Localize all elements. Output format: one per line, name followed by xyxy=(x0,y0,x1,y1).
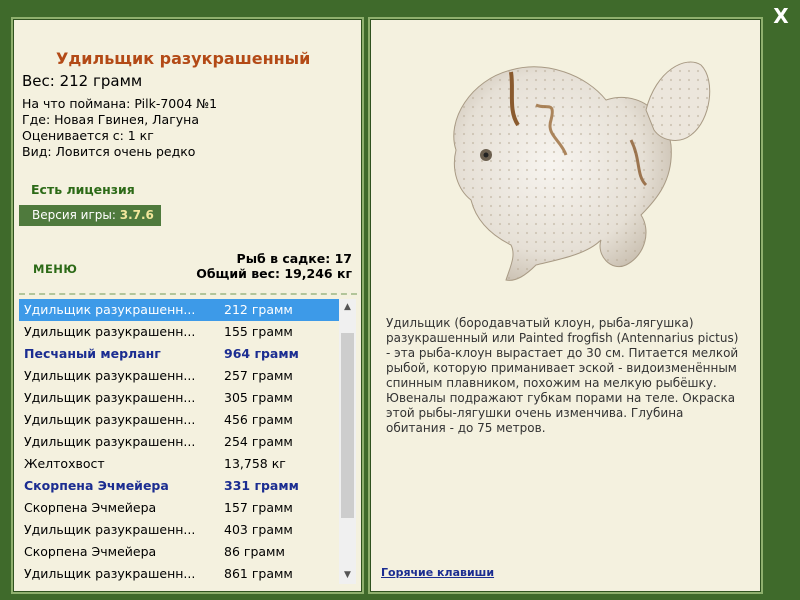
catch-item-weight: 257 грамм xyxy=(224,368,293,383)
catch-list-item[interactable]: Желтохвост 13,758 кг xyxy=(19,453,339,475)
catch-item-weight: 305 грамм xyxy=(224,390,293,405)
catch-item-name: Скорпена Эчмейера xyxy=(24,478,169,493)
catch-item-name: Удильщик разукрашенн... xyxy=(24,434,196,449)
close-button[interactable]: X xyxy=(770,5,792,27)
fish-place: Где: Новая Гвинея, Лагуна xyxy=(22,112,200,127)
catch-item-weight: 861 грамм xyxy=(224,566,293,581)
fish-bait: На что поймана: Pilk-7004 №1 xyxy=(22,96,218,111)
catch-list[interactable]: Удильщик разукрашенн... 212 грамм Удильщик… xyxy=(19,299,339,584)
fish-description: Удильщик (бородавчатый клоун, рыба-лягуш… xyxy=(386,316,739,435)
close-icon: X xyxy=(773,4,789,28)
catch-item-name: Удильщик разукрашенн... xyxy=(24,412,196,427)
catch-list-item[interactable]: Скорпена Эчмейера 157 грамм xyxy=(19,497,339,519)
catch-item-name: Скорпена Эчмейера xyxy=(24,500,157,515)
catch-list-item[interactable]: Удильщик разукрашенн... 254 грамм xyxy=(19,431,339,453)
catch-item-name: Удильщик разукрашенн... xyxy=(24,302,196,317)
catch-item-weight: 212 грамм xyxy=(224,302,293,317)
catch-item-weight: 13,758 кг xyxy=(224,456,286,471)
fish-rarity: Вид: Ловится очень редко xyxy=(22,144,196,159)
catch-list-item[interactable]: Удильщик разукрашенн... 155 грамм xyxy=(19,321,339,343)
catch-item-weight: 254 грамм xyxy=(224,434,293,449)
catch-list-item[interactable]: Удильщик разукрашенн... 212 грамм xyxy=(19,299,339,321)
fish-min-weight: Оценивается с: 1 кг xyxy=(22,128,154,143)
catch-list-item[interactable]: Удильщик разукрашенн... 456 грамм xyxy=(19,409,339,431)
catch-list-item[interactable]: Удильщик разукрашенн... 861 грамм xyxy=(19,563,339,584)
license-status: Есть лицензия xyxy=(31,182,135,197)
total-weight: Общий вес: 19,246 кг xyxy=(196,266,352,281)
divider xyxy=(19,293,357,295)
catch-item-name: Удильщик разукрашенн... xyxy=(24,522,196,537)
catch-item-weight: 86 грамм xyxy=(224,544,285,559)
catch-item-weight: 331 грамм xyxy=(224,478,299,493)
arrow-down-icon[interactable]: ▼ xyxy=(339,567,356,584)
hotkeys-link[interactable]: Горячие клавиши xyxy=(381,566,494,579)
catch-list-item[interactable]: Удильщик разукрашенн... 305 грамм xyxy=(19,387,339,409)
menu-button[interactable]: МЕНЮ xyxy=(33,262,77,276)
catch-item-weight: 157 грамм xyxy=(224,500,293,515)
version-value: 3.7.6 xyxy=(119,208,154,222)
catch-item-name: Удильщик разукрашенн... xyxy=(24,368,196,383)
catch-list-item[interactable]: Удильщик разукрашенн... 257 грамм xyxy=(19,365,339,387)
catch-list-item[interactable]: Удильщик разукрашенн... 403 грамм xyxy=(19,519,339,541)
catch-item-name: Скорпена Эчмейера xyxy=(24,544,157,559)
version-bar: Версия игры: 3.7.6 xyxy=(19,205,161,226)
catch-item-weight: 456 грамм xyxy=(224,412,293,427)
catch-item-name: Песчаный мерланг xyxy=(24,346,161,361)
catch-item-name: Удильщик разукрашенн... xyxy=(24,566,196,581)
fish-count: Рыб в садке: 17 xyxy=(236,251,352,266)
arrow-up-icon[interactable]: ▲ xyxy=(339,299,356,316)
fish-weight: Вес: 212 грамм xyxy=(22,72,143,90)
fish-title: Удильщик разукрашенный xyxy=(56,49,311,68)
scroll-thumb[interactable] xyxy=(341,333,354,518)
catch-list-item[interactable]: Скорпена Эчмейера 331 грамм xyxy=(19,475,339,497)
catch-list-item[interactable]: Скорпена Эчмейера 86 грамм xyxy=(19,541,339,563)
catch-list-scrollbar[interactable]: ▲ ▼ xyxy=(339,299,356,584)
version-label: Версия игры: xyxy=(32,208,116,222)
catch-item-name: Удильщик разукрашенн... xyxy=(24,324,196,339)
catch-item-weight: 155 грамм xyxy=(224,324,293,339)
catch-stats: Рыб в садке: 17 Общий вес: 19,246 кг xyxy=(196,251,352,281)
catch-item-name: Удильщик разукрашенн... xyxy=(24,390,196,405)
catch-item-weight: 964 грамм xyxy=(224,346,299,361)
catch-list-item[interactable]: Песчаный мерланг 964 грамм xyxy=(19,343,339,365)
catch-item-weight: 403 грамм xyxy=(224,522,293,537)
catch-item-name: Желтохвост xyxy=(24,456,105,471)
fish-image xyxy=(453,61,711,281)
